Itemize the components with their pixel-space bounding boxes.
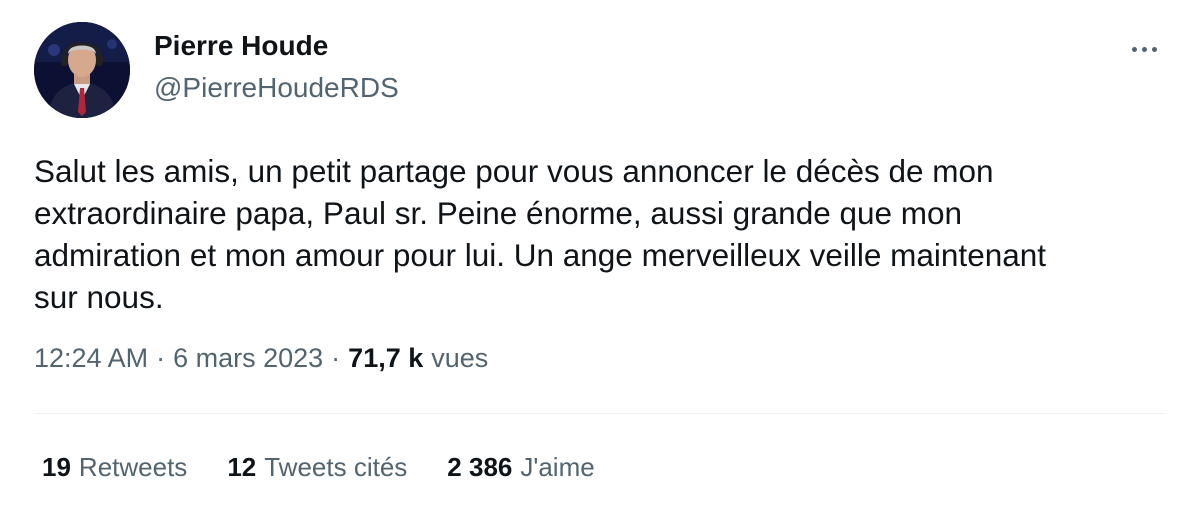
more-options-button[interactable] (1124, 34, 1164, 64)
quotes-count: 12 (227, 452, 257, 482)
author-avatar[interactable] (34, 22, 130, 118)
retweets-label: Retweets (78, 452, 188, 482)
retweets-count: 19 (42, 452, 71, 482)
tweet-stats: 19 Retweets 12 Tweets cités 2 386 J'aime (42, 452, 635, 483)
tweet-date[interactable]: 6 mars 2023 (173, 343, 323, 374)
meta-separator: · (156, 343, 166, 373)
likes-count: 2 386 (447, 452, 513, 482)
more-dots-icon (1131, 46, 1157, 52)
likes-stat-link[interactable]: 2 386 J'aime (447, 452, 594, 483)
views-label: vues (431, 343, 489, 373)
likes-label: J'aime (520, 452, 595, 482)
tweet-time[interactable]: 12:24 AM (34, 343, 148, 374)
views-count: 71,7 k (348, 343, 424, 373)
author-display-name[interactable]: Pierre Houde (154, 30, 328, 62)
quotes-stat-link[interactable]: 12 Tweets cités (227, 452, 407, 483)
profile-photo-icon (34, 22, 130, 118)
author-handle[interactable]: @PierreHoudeRDS (154, 72, 399, 104)
meta-separator: · (331, 343, 341, 373)
tweet-meta: 12:24 AM · 6 mars 2023 · 71,7 k vues (34, 343, 488, 374)
tweet-text: Salut les amis, un petit partage pour vo… (34, 153, 1047, 315)
divider (34, 413, 1166, 414)
retweets-stat-link[interactable]: 19 Retweets (42, 452, 187, 483)
quotes-label: Tweets cités (264, 452, 408, 482)
tweet-card: Pierre Houde @PierreHoudeRDS Salut les a… (0, 0, 1192, 520)
